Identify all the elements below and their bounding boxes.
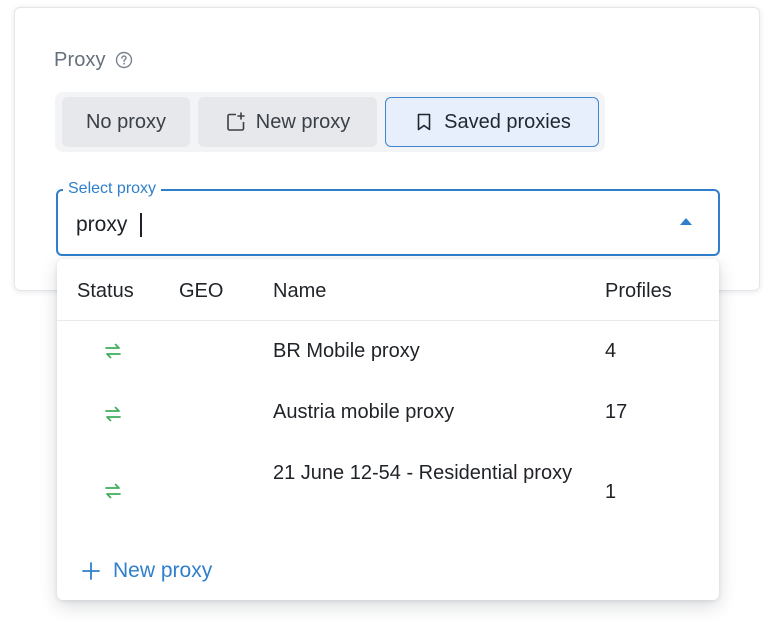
- column-status: Status: [77, 280, 134, 302]
- proxy-mode-toggle: No proxy New proxy Saved proxies: [55, 92, 605, 152]
- column-name: Name: [273, 280, 327, 302]
- caret-up-icon[interactable]: [680, 218, 692, 225]
- new-proxy-button[interactable]: New proxy: [198, 97, 377, 147]
- proxy-label: Proxy: [54, 48, 106, 71]
- proxy-profiles-count: 17: [605, 401, 628, 423]
- saved-proxies-label: Saved proxies: [444, 110, 571, 133]
- bookmark-icon: [417, 113, 431, 131]
- swap-arrows-icon: [105, 406, 121, 422]
- add-new-proxy-label: New proxy: [113, 559, 213, 582]
- proxy-row[interactable]: BR Mobile proxy 4: [57, 321, 719, 381]
- no-proxy-button[interactable]: No proxy: [62, 97, 190, 147]
- swap-arrows-icon: [105, 343, 121, 359]
- select-proxy-legend: Select proxy: [63, 179, 162, 199]
- swap-arrows-icon: [105, 483, 121, 499]
- no-proxy-label: No proxy: [85, 110, 167, 133]
- proxy-name: Austria mobile proxy: [273, 401, 455, 423]
- proxy-dropdown: Status GEO Name Profiles BR Mobile proxy…: [57, 259, 719, 600]
- proxy-profiles-count: 1: [605, 481, 617, 503]
- proxy-name: 21 June 12-54 - Residential proxy: [273, 462, 573, 484]
- select-proxy-input[interactable]: [76, 210, 636, 240]
- text-cursor: [140, 213, 142, 237]
- add-square-icon: [226, 112, 245, 131]
- proxy-label-row: Proxy: [54, 47, 133, 73]
- column-profiles: Profiles: [605, 280, 672, 302]
- new-proxy-label: New proxy: [255, 110, 351, 133]
- saved-proxies-button[interactable]: Saved proxies: [385, 97, 599, 147]
- dropdown-header: Status GEO Name Profiles: [57, 259, 719, 321]
- proxy-row[interactable]: Austria mobile proxy 17: [57, 381, 719, 441]
- column-geo: GEO: [179, 280, 224, 302]
- proxy-profiles-count: 4: [605, 340, 617, 362]
- proxy-row[interactable]: 21 June 12-54 - Residential proxy 1: [57, 444, 719, 534]
- proxy-name: BR Mobile proxy: [273, 340, 420, 362]
- add-new-proxy-link[interactable]: New proxy: [81, 556, 212, 586]
- plus-icon: [82, 562, 100, 580]
- help-circle-icon[interactable]: [115, 51, 133, 69]
- proxy-settings-screen: Proxy No proxy New proxy Saved proxies S…: [0, 0, 778, 639]
